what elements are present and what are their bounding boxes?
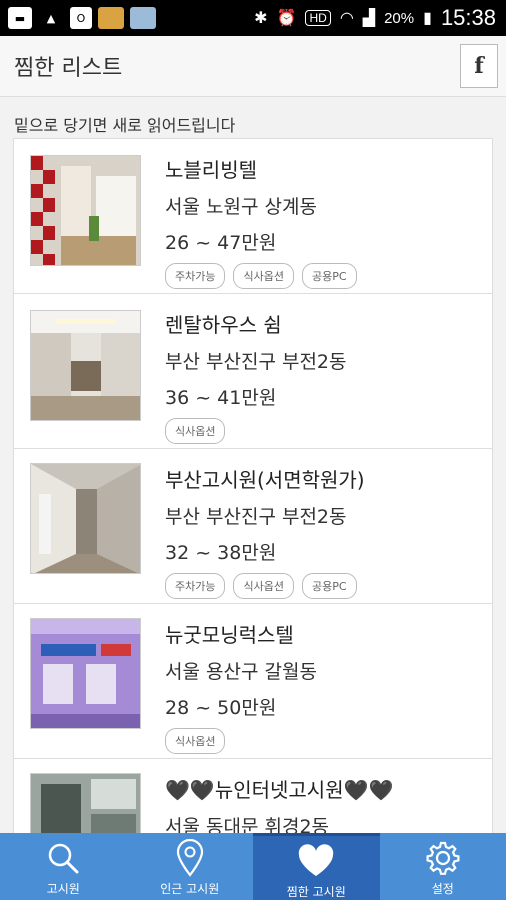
network-icon: ▲ [38,7,64,29]
tag-meal: 식사옵션 [233,573,294,599]
tag-parking: 주차가능 [165,263,226,289]
listing-price: 26 ~ 47만원 [165,232,277,254]
alarm-icon: ⏰ [276,10,297,27]
tab-nearby[interactable]: 인근 고시원 [127,833,254,900]
list-item[interactable]: 노블리빙텔 서울 노원구 상계동 26 ~ 47만원 주차가능 식사옵션 공용P… [14,139,492,294]
tab-settings[interactable]: 설정 [380,833,506,900]
listing-price: 36 ~ 41만원 [165,387,277,409]
tag-pc: 공용PC [301,573,357,599]
tab-goshiwon[interactable]: 고시원 [0,833,127,900]
listing-name: 뉴굿모닝럭스텔 [165,623,294,647]
o-app-icon: O [70,7,92,29]
location-pin-icon [171,839,209,877]
status-bar: ▬ ▲ O ✱ ⏰ HD ◠ ▟ 20% ▮ 15:38 [0,0,506,36]
listing-address: 서울 용산구 갈월동 [165,661,317,683]
listing-price: 28 ~ 50만원 [165,697,277,719]
wifi-icon: ◠ [339,10,354,27]
listing-photo [30,463,141,574]
favorites-list[interactable]: 노블리빙텔 서울 노원구 상계동 26 ~ 47만원 주차가능 식사옵션 공용P… [13,138,493,833]
listing-address: 서울 동대문 휘경2동 [165,816,330,833]
listing-name: 렌탈하우스 쉼 [165,313,282,337]
list-item[interactable]: 뉴굿모닝럭스텔 서울 용산구 갈월동 28 ~ 50만원 식사옵션 [14,604,492,759]
game-icon [98,7,124,29]
battery-percent: 20% [384,9,415,27]
listing-price: 32 ~ 38만원 [165,542,277,564]
bottom-tab-bar: 고시원 인근 고시원 찜한 고시원 설정 [0,833,506,900]
listing-photo [30,618,141,729]
tab-favorites[interactable]: 찜한 고시원 [253,833,380,900]
app-header: 찜한 리스트 f [0,36,506,97]
tab-label: 설정 [431,882,454,896]
heart-decoration-icon: 🖤🖤 [165,778,215,802]
tab-label: 찜한 고시원 [286,885,346,899]
listing-photo [30,773,141,833]
gear-icon [424,839,462,877]
heart-decoration-icon: 🖤🖤 [343,778,394,802]
listing-name: 🖤🖤뉴인터넷고시원🖤🖤 [165,778,394,802]
list-item[interactable]: 부산고시원(서면학원가) 부산 부산진구 부전2동 32 ~ 38만원 주차가능… [14,449,492,604]
listing-photo [30,310,141,421]
tab-label: 고시원 [46,882,80,896]
pull-to-refresh-hint: 밑으로 당기면 새로 읽어드립니다 [14,116,236,135]
list-item[interactable]: 렌탈하우스 쉼 부산 부산진구 부전2동 36 ~ 41만원 식사옵션 [14,294,492,449]
hd-icon: HD [305,10,331,26]
search-icon [44,839,82,877]
listing-address: 서울 노원구 상계동 [165,196,317,218]
battery-icon: ▮ [423,10,432,27]
tab-label: 인근 고시원 [160,882,220,896]
tag-meal: 식사옵션 [165,728,226,754]
page-title: 찜한 리스트 [14,56,123,81]
signal-icon: ▟ [362,10,376,27]
listing-address: 부산 부산진구 부전2동 [165,506,347,528]
listing-name: 부산고시원(서면학원가) [165,468,365,492]
listing-name: 노블리빙텔 [165,158,257,182]
list-item[interactable]: 🖤🖤뉴인터넷고시원🖤🖤 서울 동대문 휘경2동 [14,759,492,833]
photo-icon [130,7,156,29]
tag-meal: 식사옵션 [165,418,226,444]
facebook-icon: f [474,53,484,79]
tag-pc: 공용PC [301,263,357,289]
tag-parking: 주차가능 [165,573,226,599]
bluetooth-icon: ✱ [254,10,268,27]
message-icon: ▬ [8,7,32,29]
clock: 15:38 [440,5,496,30]
heart-icon [297,842,335,880]
listing-photo [30,155,141,266]
facebook-button[interactable]: f [460,44,498,88]
listing-address: 부산 부산진구 부전2동 [165,351,347,373]
tag-meal: 식사옵션 [233,263,294,289]
